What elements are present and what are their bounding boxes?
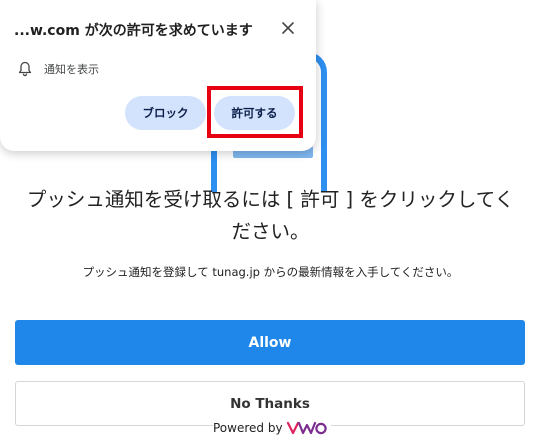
close-icon[interactable] xyxy=(278,18,298,38)
permission-popup: ...w.com が次の許可を求めています 通知を表示 ブロック 許可する xyxy=(0,0,316,151)
heading-line-2: ださい。 xyxy=(231,220,310,243)
notification-label: 通知を表示 xyxy=(44,63,99,76)
sub-text: プッシュ通知を登録して tunag.jp からの最新情報を入手してください。 xyxy=(82,265,459,279)
main-heading: プッシュ通知を受け取るには [ 許可 ] をクリックしてく ださい。 xyxy=(0,184,541,248)
allow-permission-button[interactable]: 許可する xyxy=(214,96,295,130)
powered-by: Powered by xyxy=(213,418,331,438)
allow-button[interactable]: Allow xyxy=(15,320,525,365)
page: ...w.com が次の許可を求めています 通知を表示 ブロック 許可する プッ… xyxy=(0,0,541,441)
powered-by-label: Powered by xyxy=(213,421,283,435)
vwo-logo xyxy=(286,420,327,436)
block-button[interactable]: ブロック xyxy=(125,96,206,130)
heading-line-1: プッシュ通知を受け取るには [ 許可 ] をクリックしてく xyxy=(26,188,515,211)
notification-permission-row: 通知を表示 xyxy=(18,60,99,78)
popup-title: ...w.com が次の許可を求めています xyxy=(14,23,253,39)
bell-icon xyxy=(18,61,32,77)
